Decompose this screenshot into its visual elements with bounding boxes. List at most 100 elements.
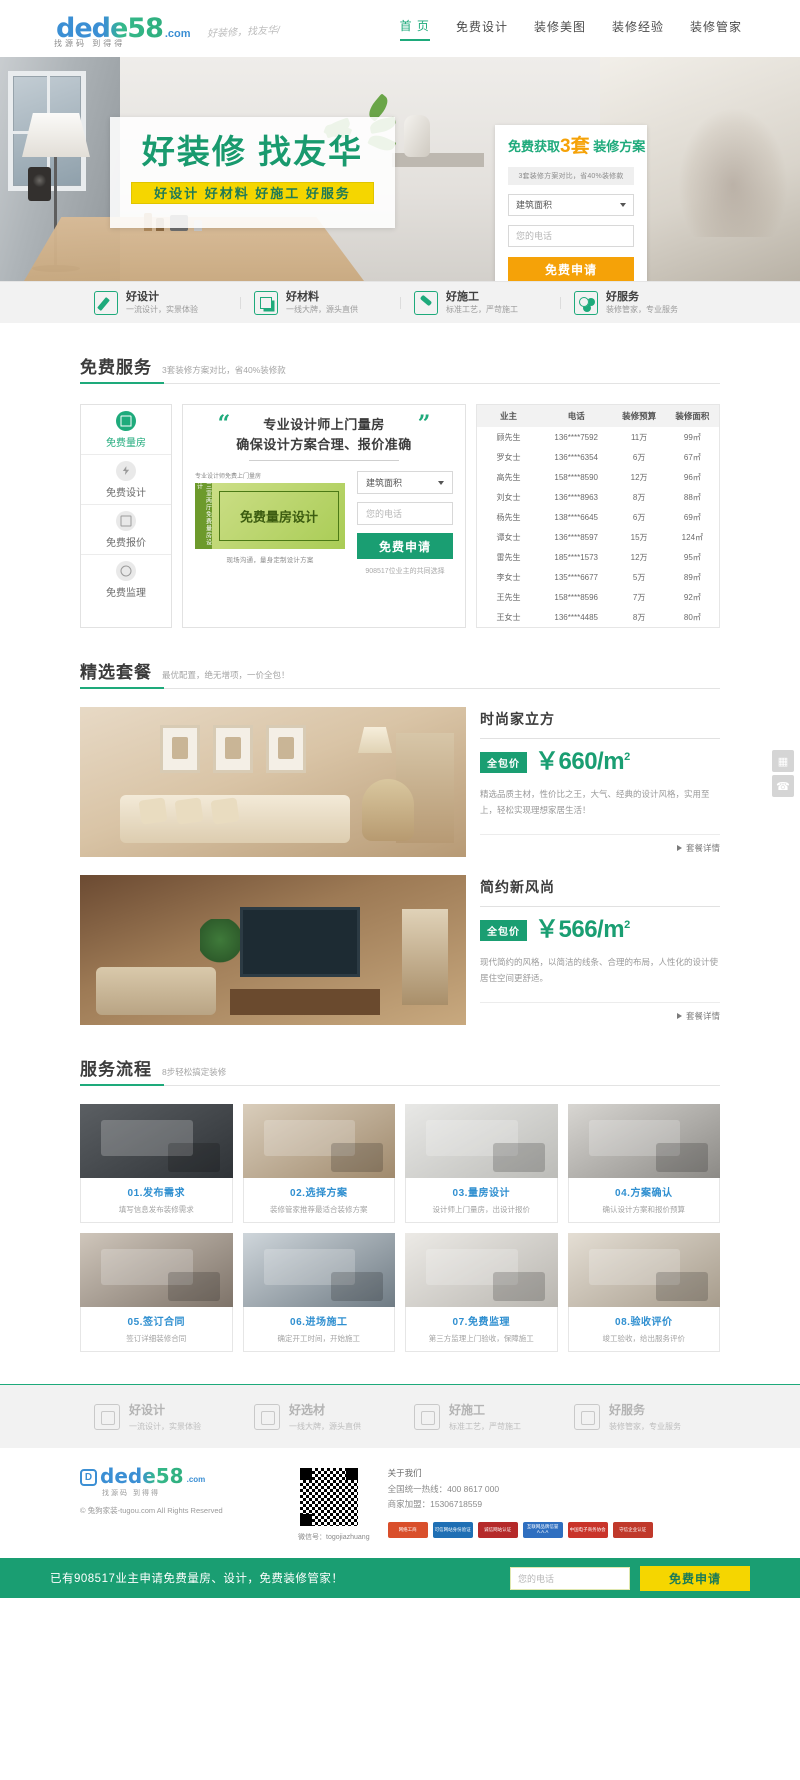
process-image [567, 1233, 720, 1307]
nav-item-butler[interactable]: 装修管家 [690, 18, 742, 40]
sticky-cta-bar: 已有908517业主申请免费量房、设计，免费装修管家！ 您的电话 免费申请 [0, 1558, 800, 1598]
process-image [405, 1233, 558, 1307]
service-area-select[interactable]: 建筑面积 [357, 471, 453, 495]
doc-icon [116, 510, 136, 531]
nav-item-gallery[interactable]: 装修美图 [534, 18, 586, 40]
site-footer: D dede58 .com 找源码 到得得 © 兔狗家装-tugou.com A… [0, 1448, 800, 1558]
package-detail-link[interactable]: 套餐详情 [480, 1002, 720, 1022]
process-card[interactable]: 05.签订合同 签订详细装修合同 [80, 1233, 233, 1352]
column-header-budget: 装修预算 [622, 411, 657, 421]
service-tab-measure[interactable]: 免费量房 [81, 405, 171, 455]
section-header: 精选套餐 最优配置，绝无增项，一价全包！ [80, 658, 720, 689]
hero-subtitle: 好设计 好材料 好施工 好服务 [131, 182, 374, 204]
nav-item-free-design[interactable]: 免费设计 [456, 18, 508, 40]
table-cell: 158****8596 [554, 592, 598, 602]
footer-feature-item: 好服务 装修管家，专业服务 [560, 1401, 720, 1432]
price-unit: 2 [624, 919, 630, 931]
feature-item-service: 好服务 装修管家，专业服务 [560, 291, 720, 315]
package-image[interactable] [80, 707, 466, 857]
certification-badge[interactable]: 诚信网站认证 [477, 1522, 518, 1539]
table-cell: 12万 [630, 472, 648, 482]
certification-badge[interactable]: 可信网站身份验证 [432, 1522, 473, 1539]
footer-feature-item: 好设计 一流设计，实景体验 [80, 1401, 240, 1432]
footer-feature-title: 好服务 [609, 1403, 646, 1417]
service-tab-quote[interactable]: 免费报价 [81, 505, 171, 555]
nav-item-home[interactable]: 首 页 [399, 17, 430, 41]
table-cell: 135****6677 [554, 572, 598, 582]
service-apply-button[interactable]: 免费申请 [357, 533, 453, 560]
package-detail-link[interactable]: 套餐详情 [480, 834, 720, 854]
process-image [242, 1233, 395, 1307]
process-image [80, 1104, 233, 1178]
area-select[interactable]: 建筑面积 [508, 193, 634, 216]
service-tab-design[interactable]: 免费设计 [81, 455, 171, 505]
process-grid: 01.发布需求 填写信息发布装修需求 02.选择方案 装修管家推荐最适合装修方案 03.… [80, 1104, 720, 1352]
package-desc: 现代简约的风格，以简洁的线条、合理的布局，人性化的设计使居住空间更舒适。 [480, 957, 719, 983]
package-name: 时尚家立方 [480, 711, 555, 727]
footer-logo-text: dede58 [100, 1464, 184, 1488]
certification-badge[interactable]: 中国电子商务协会 [567, 1522, 608, 1539]
table-row: 杨先生 138****6645 6万 69㎡ [477, 507, 719, 527]
qr-float-icon[interactable]: ▦ [772, 750, 794, 772]
process-card[interactable]: 06.进场施工 确定开工时间，开始施工 [242, 1233, 395, 1352]
area-select-value: 建筑面积 [516, 200, 553, 211]
footer-logo-domain: .com [186, 1475, 206, 1484]
about-us-link[interactable]: 关于我们 [388, 1466, 653, 1482]
table-cell: 95㎡ [683, 552, 701, 562]
form-heading-prefix: 免费获取 [508, 139, 561, 154]
process-card[interactable]: 02.选择方案 装修管家推荐最适合装修方案 [242, 1104, 395, 1223]
quote-open-icon: “ [217, 411, 231, 437]
apply-button[interactable]: 免费申请 [508, 256, 634, 281]
package-image[interactable] [80, 875, 466, 1025]
table-cell: 99㎡ [683, 432, 701, 442]
site-logo[interactable]: dede58 .com 找源码 到得得 好装修，找友华/ [54, 15, 280, 48]
table-cell: 136****7592 [554, 432, 598, 442]
service-phone-input[interactable]: 您的电话 [357, 502, 453, 526]
package-detail-label: 套餐详情 [685, 1011, 720, 1022]
process-desc: 签订详细装修合同 [126, 1334, 187, 1343]
process-card[interactable]: 07.免费监理 第三方监理上门验收，保障施工 [405, 1233, 558, 1352]
price-value: 566/m [558, 916, 625, 943]
sticky-phone-input[interactable]: 您的电话 [510, 1566, 630, 1590]
brand-mark-icon: D [80, 1469, 97, 1486]
home-icon [116, 410, 136, 431]
certification-badge[interactable]: 互联网品牌信誉A.A.A [522, 1522, 563, 1539]
table-cell: 67㎡ [683, 452, 701, 462]
table-row: 顾先生 136****7592 11万 99㎡ [477, 427, 719, 447]
certification-badge[interactable]: 守信企业认证 [612, 1522, 653, 1539]
service-tab-label: 免费报价 [106, 537, 146, 549]
section-header: 服务流程 8步轻松搞定装修 [80, 1055, 720, 1086]
promo-side-text: 三室两厅免费量房设计 [195, 483, 212, 550]
service-tab-label: 免费量房 [106, 437, 146, 449]
logo-slogan: 好装修，找友华/ [206, 25, 280, 40]
certification-badge[interactable]: 网络工商 [387, 1522, 428, 1539]
footer-contact: 关于我们 全国统一热线：400 8617 000 商家加盟：1530671855… [387, 1466, 653, 1539]
table-cell: 124㎡ [681, 532, 704, 542]
table-cell: 88㎡ [683, 492, 701, 502]
main-nav: 首 页 免费设计 装修美图 装修经验 装修管家 [399, 17, 750, 41]
service-tab-label: 免费监理 [106, 588, 146, 599]
service-tab-supervision[interactable]: 免费监理 [81, 555, 171, 605]
footer-feature-title: 好选材 [289, 1403, 326, 1417]
table-cell: 罗女士 [496, 452, 521, 462]
hero-lead-form: 免费获取3套 装修方案 3套装修方案对比，省40%装修款 建筑面积 您的电话 免… [495, 125, 647, 281]
process-image [567, 1104, 720, 1178]
process-card[interactable]: 08.验收评价 竣工验收，给出服务评价 [567, 1233, 720, 1352]
phone-input[interactable]: 您的电话 [508, 224, 634, 247]
sticky-apply-button[interactable]: 免费申请 [640, 1565, 750, 1591]
service-area-value: 建筑面积 [366, 478, 403, 489]
table-cell: 158****8590 [554, 472, 598, 482]
chevron-down-icon [620, 202, 626, 207]
brush-icon [414, 290, 438, 315]
service-float-icon[interactable]: ☎ [772, 775, 794, 797]
table-cell: 高先生 [496, 472, 521, 482]
feature-strip: 好设计 一流设计，实景体验 好材料 一线大牌，源头直供 好施工 标准工艺，严苛施… [0, 281, 800, 323]
footer-logo[interactable]: D dede58 .com 找源码 到得得 © 兔狗家装-tugou.com A… [80, 1466, 280, 1516]
process-card[interactable]: 03.量房设计 设计师上门量房，出设计报价 [405, 1104, 558, 1223]
service-lead-form: 建筑面积 您的电话 免费申请 908517位业主的共同选择 [357, 471, 453, 576]
nav-item-experience[interactable]: 装修经验 [612, 18, 664, 40]
feature-title: 好材料 [286, 290, 319, 303]
column-header-area: 装修面积 [675, 411, 710, 421]
process-card[interactable]: 01.发布需求 填写信息发布装修需求 [80, 1104, 233, 1223]
process-card[interactable]: 04.方案确认 确认设计方案和报价预算 [567, 1104, 720, 1223]
